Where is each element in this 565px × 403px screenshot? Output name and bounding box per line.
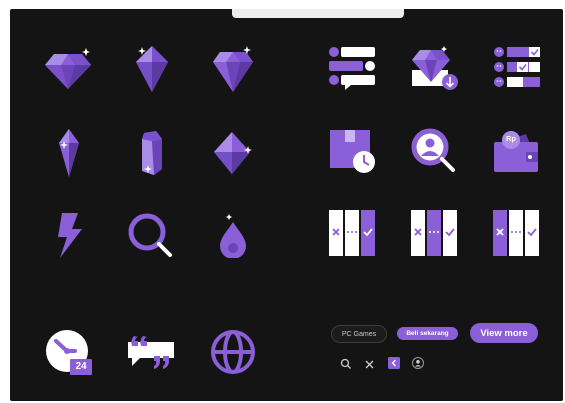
gem-icon xyxy=(132,44,172,94)
search-user-icon xyxy=(410,128,460,176)
quote-icon xyxy=(126,334,176,372)
crystal-shard-icon xyxy=(56,127,82,179)
search-icon[interactable] xyxy=(340,357,352,375)
beli-sekarang-label: Beli sekarang xyxy=(406,330,449,337)
chevron-left-icon[interactable] xyxy=(388,356,400,374)
chat-list-icon xyxy=(327,44,377,90)
beli-sekarang-button[interactable]: Beli sekarang xyxy=(397,327,458,340)
view-more-label: View more xyxy=(480,327,528,339)
rhombus-gem-icon xyxy=(212,130,254,176)
view-more-button[interactable]: View more xyxy=(470,323,538,343)
top-tab xyxy=(232,9,404,18)
wallet-currency-label: Rp xyxy=(506,134,516,143)
compare-panels-icon xyxy=(328,209,376,257)
user-checklist-icon xyxy=(492,44,542,90)
search-icon xyxy=(126,211,176,261)
pc-games-label: PC Games xyxy=(341,330,377,338)
globe-icon xyxy=(210,329,256,375)
crystal-icon xyxy=(212,46,254,94)
compare-panels-icon xyxy=(410,209,458,257)
user-icon[interactable] xyxy=(412,356,424,374)
crystal-prism-icon xyxy=(138,129,166,177)
gem-download-icon xyxy=(410,44,460,92)
close-icon[interactable] xyxy=(364,357,375,375)
package-clock-icon xyxy=(328,128,378,176)
clock-badge-number: 24 xyxy=(75,361,87,372)
clock-badge-icon: 24 xyxy=(44,329,94,377)
water-drop-icon xyxy=(218,212,248,258)
diamond-icon xyxy=(44,48,92,90)
pc-games-button[interactable]: PC Games xyxy=(331,325,387,343)
wallet-icon: Rp xyxy=(492,128,542,176)
lightning-icon xyxy=(56,213,84,259)
compare-panels-icon xyxy=(492,209,540,257)
